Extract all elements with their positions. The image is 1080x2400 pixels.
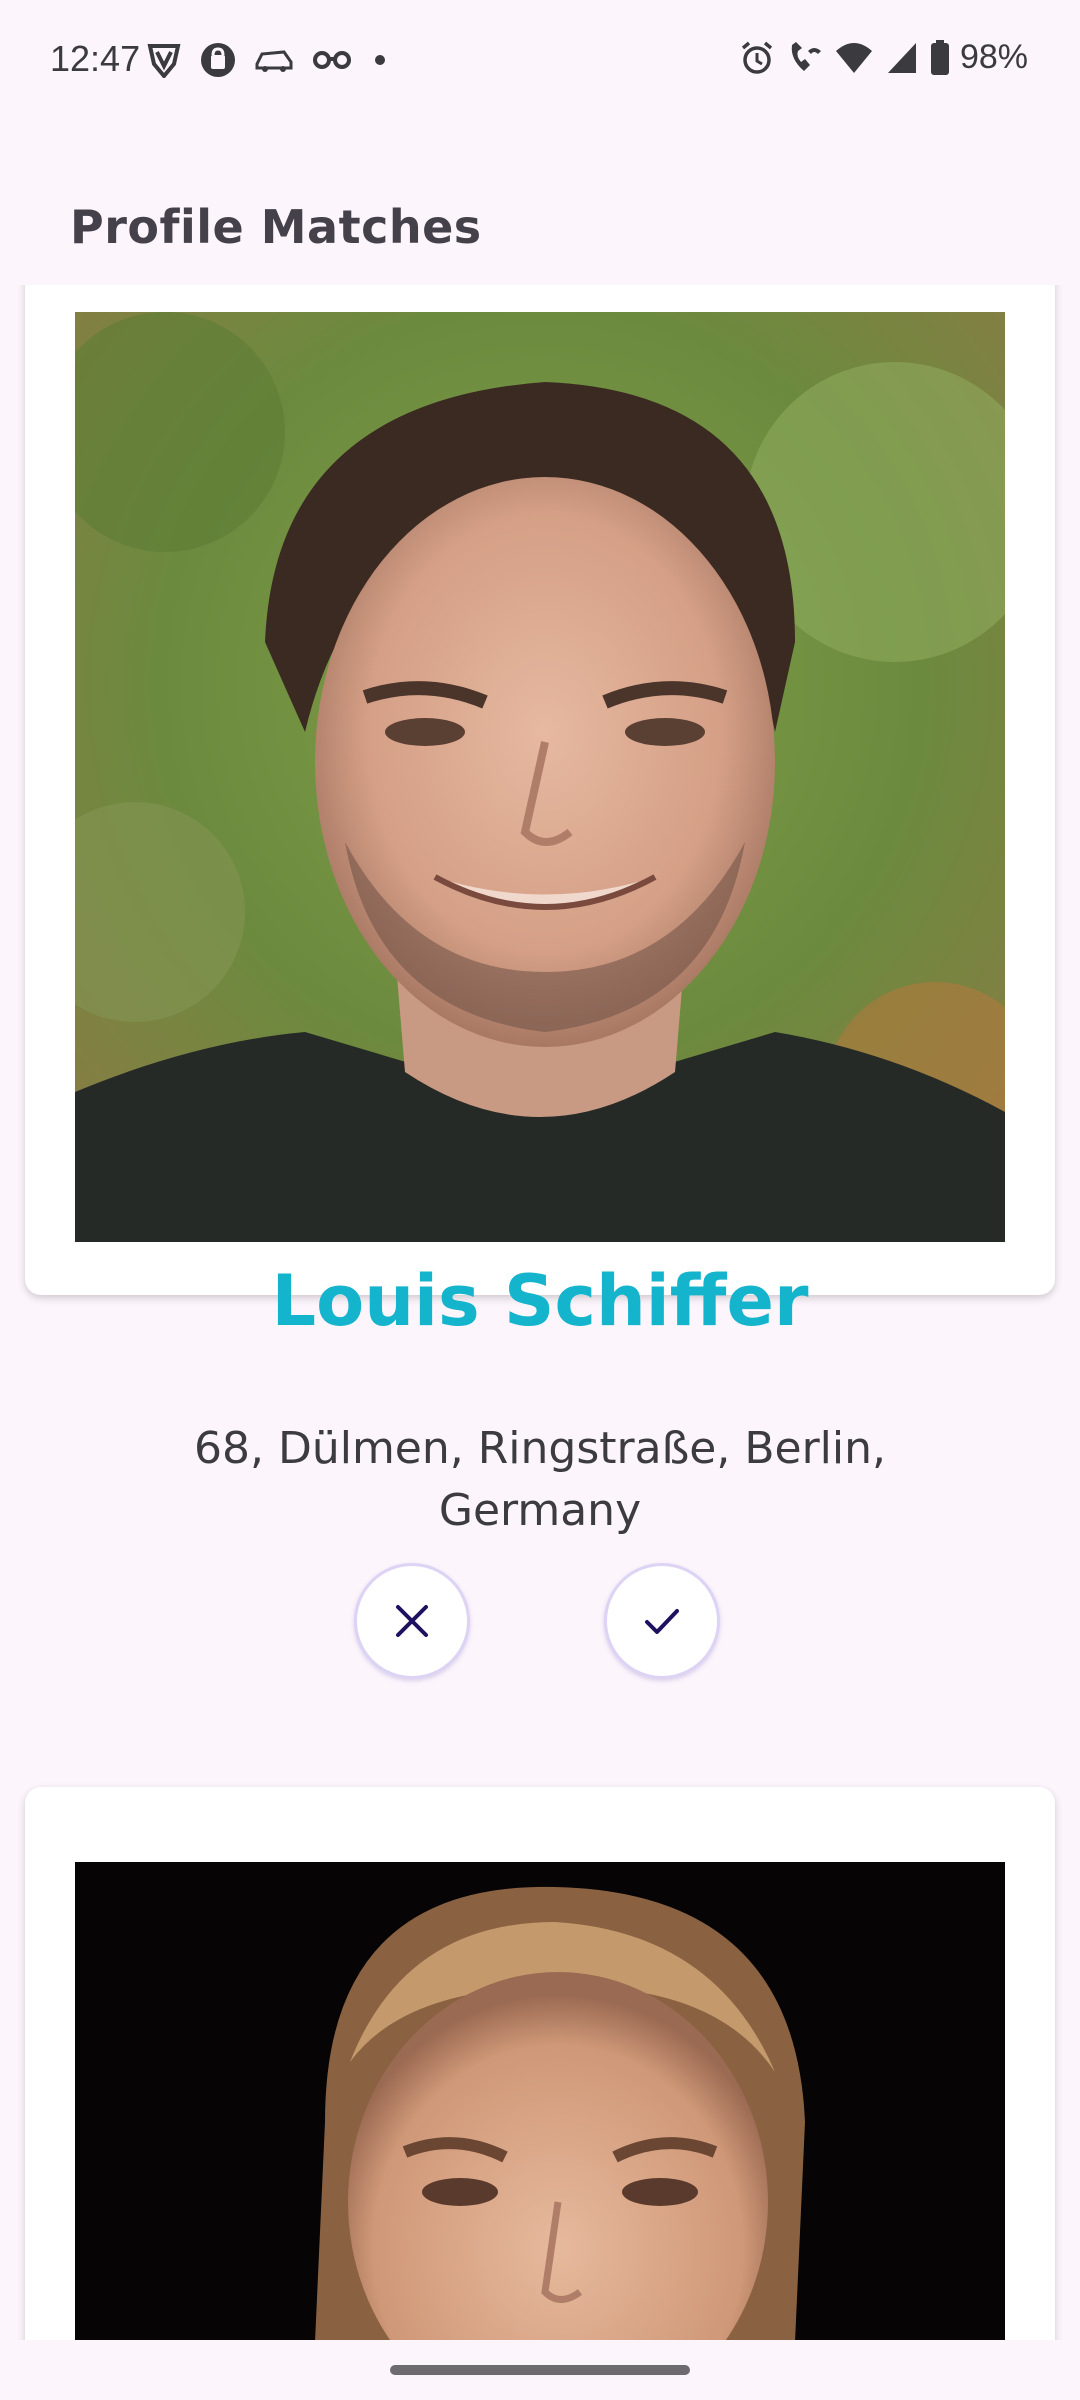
alarm-icon [741,41,773,74]
profile-location: 68, Dülmen, Ringstraße, Berlin, Germany [193,1423,886,1536]
profile-list[interactable]: Louis Schiffer [0,285,1080,2340]
status-right-icons: 98% [738,38,1028,77]
profile-card [25,1787,1055,2340]
status-left-icons [146,42,390,78]
profile-photo [75,1862,1005,2340]
status-time: 12:47 [50,38,141,79]
profile-photo [75,312,1005,1242]
home-indicator[interactable] [390,2365,690,2375]
profile-photo-image [75,1862,1005,2340]
glasses-icon [313,51,351,69]
dot-icon [375,55,385,65]
status-bar: 12:47 98% [0,0,1080,125]
screen: Louis Schiffer 68, Dülmen, Ringstraße, B… [0,0,1080,2400]
close-icon [396,1605,428,1637]
wifi-icon [835,42,872,73]
check-icon [645,1609,679,1634]
vpn-shield-icon [147,44,181,78]
profile-card: Louis Schiffer [25,285,1055,1342]
profile-name: Louis Schiffer [271,1260,809,1342]
bag-icon [201,43,235,77]
car-icon [255,50,293,72]
battery-percentage: 98% [959,38,1028,76]
profile-photo-image [75,312,1005,1242]
app-bar: Profile Matches [0,125,1080,285]
wifi-call-icon [791,41,821,71]
page-title: Profile Matches [70,200,482,254]
signal-icon [887,42,916,73]
battery-icon [930,39,949,75]
reject-button[interactable] [354,1563,470,1679]
accept-button[interactable] [604,1563,720,1679]
